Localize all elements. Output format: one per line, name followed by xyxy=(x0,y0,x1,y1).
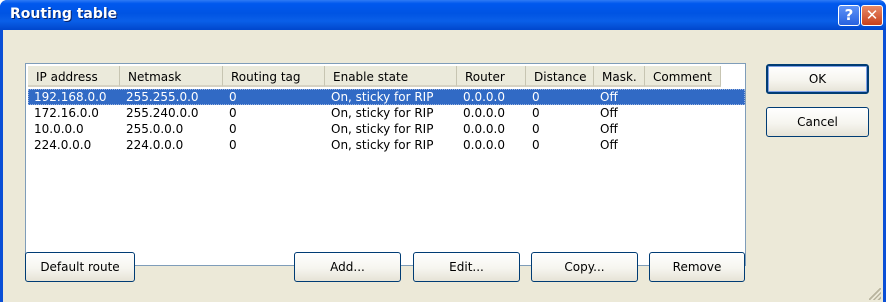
cell-comment xyxy=(645,105,721,121)
cell-mask: Off xyxy=(600,90,618,104)
cell-comment xyxy=(645,89,721,105)
cell-enable-state: On, sticky for RIP xyxy=(331,122,434,136)
title-bar[interactable]: Routing table ? ✕ xyxy=(0,0,886,30)
cell-routing-tag: 0 xyxy=(229,138,237,152)
column-header-routing-tag[interactable]: Routing tag xyxy=(223,66,325,87)
cell-router: 0.0.0.0 xyxy=(463,90,505,104)
table-row[interactable]: 10.0.0.0 255.0.0.0 0 On, sticky for RIP … xyxy=(28,121,745,137)
resize-grip-icon[interactable] xyxy=(869,288,881,300)
cell-router: 0.0.0.0 xyxy=(463,122,505,136)
cell-routing-tag: 0 xyxy=(229,122,237,136)
copy-button[interactable]: Copy... xyxy=(531,252,638,282)
table-rows: 192.168.0.0 255.255.0.0 0 On, sticky for… xyxy=(28,89,745,153)
column-header-router[interactable]: Router xyxy=(457,66,526,87)
default-route-button[interactable]: Default route xyxy=(25,252,135,282)
cell-distance: 0 xyxy=(532,106,540,120)
routing-table-dialog: Routing table ? ✕ IP address Netmask Rou… xyxy=(0,0,886,302)
cell-mask: Off xyxy=(600,106,618,120)
cell-netmask: 255.240.0.0 xyxy=(126,106,199,120)
cell-mask: Off xyxy=(600,138,618,152)
help-button[interactable]: ? xyxy=(838,5,860,26)
table-header: IP address Netmask Routing tag Enable st… xyxy=(28,66,721,87)
help-icon: ? xyxy=(844,6,854,24)
edit-button[interactable]: Edit... xyxy=(413,252,520,282)
add-button[interactable]: Add... xyxy=(294,252,401,282)
cell-router: 0.0.0.0 xyxy=(463,106,505,120)
cell-ip-address: 224.0.0.0 xyxy=(34,138,92,152)
close-button[interactable]: ✕ xyxy=(861,5,883,26)
cell-routing-tag: 0 xyxy=(229,90,237,104)
cell-routing-tag: 0 xyxy=(229,106,237,120)
cell-distance: 0 xyxy=(532,138,540,152)
close-icon: ✕ xyxy=(865,6,879,24)
column-header-netmask[interactable]: Netmask xyxy=(120,66,223,87)
cell-netmask: 255.0.0.0 xyxy=(126,122,184,136)
cell-enable-state: On, sticky for RIP xyxy=(331,138,434,152)
cell-router: 0.0.0.0 xyxy=(463,138,505,152)
cell-comment xyxy=(645,137,721,153)
cancel-button[interactable]: Cancel xyxy=(766,107,869,137)
column-header-comment[interactable]: Comment xyxy=(645,66,721,87)
cell-ip-address: 10.0.0.0 xyxy=(34,122,84,136)
cell-distance: 0 xyxy=(532,90,540,104)
table-row[interactable]: 172.16.0.0 255.240.0.0 0 On, sticky for … xyxy=(28,105,745,121)
column-header-ip-address[interactable]: IP address xyxy=(28,66,120,87)
cell-distance: 0 xyxy=(532,122,540,136)
table-row[interactable]: 192.168.0.0 255.255.0.0 0 On, sticky for… xyxy=(28,89,745,105)
cell-netmask: 224.0.0.0 xyxy=(126,138,184,152)
cell-ip-address: 172.16.0.0 xyxy=(34,106,99,120)
cell-enable-state: On, sticky for RIP xyxy=(331,90,434,104)
table-row[interactable]: 224.0.0.0 224.0.0.0 0 On, sticky for RIP… xyxy=(28,137,745,153)
cell-netmask: 255.255.0.0 xyxy=(126,90,199,104)
cell-comment xyxy=(645,121,721,137)
column-header-mask[interactable]: Mask. xyxy=(594,66,645,87)
routing-table-list[interactable]: IP address Netmask Routing tag Enable st… xyxy=(25,63,746,266)
cell-ip-address: 192.168.0.0 xyxy=(34,90,107,104)
cell-mask: Off xyxy=(600,122,618,136)
ok-button[interactable]: OK xyxy=(766,64,869,94)
column-header-enable-state[interactable]: Enable state xyxy=(325,66,457,87)
dialog-body: IP address Netmask Routing tag Enable st… xyxy=(3,30,883,302)
remove-button[interactable]: Remove xyxy=(649,252,745,282)
window-title: Routing table xyxy=(10,6,118,22)
cell-enable-state: On, sticky for RIP xyxy=(331,106,434,120)
column-header-distance[interactable]: Distance xyxy=(526,66,594,87)
